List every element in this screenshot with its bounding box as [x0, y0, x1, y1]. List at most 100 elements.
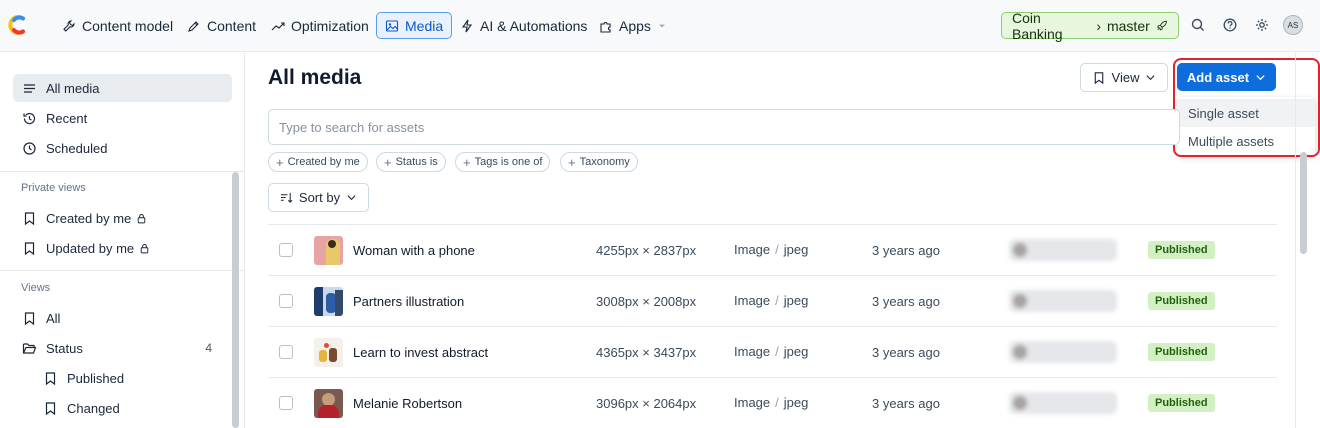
- sidebar-item-created-by-me[interactable]: Created by me: [13, 204, 232, 232]
- sidebar-item-label: Created by me: [46, 210, 132, 226]
- filter-label: Tags is one of: [474, 156, 543, 168]
- asset-thumbnail: [314, 287, 343, 316]
- asset-dimensions: 4365px × 3437px: [596, 345, 697, 360]
- sidebar-item-all[interactable]: All: [13, 304, 232, 332]
- asset-format: jpeg: [783, 242, 809, 257]
- bookmark-icon: [24, 211, 35, 225]
- sidebar-folder-status[interactable]: Status 4: [13, 334, 232, 362]
- filter-tags[interactable]: + Tags is one of: [455, 152, 551, 172]
- filter-created-by-me[interactable]: + Created by me: [268, 152, 368, 172]
- nav-ai-automations[interactable]: AI & Automations: [451, 12, 596, 39]
- blurred-author: [1009, 290, 1117, 312]
- sidebar-item-scheduled[interactable]: Scheduled: [13, 134, 232, 162]
- asset-updated: 3 years ago: [872, 294, 940, 309]
- search-placeholder: Type to search for assets: [279, 119, 425, 135]
- table-row[interactable]: Learn to invest abstract 4365px × 3437px…: [268, 326, 1277, 377]
- asset-updated: 3 years ago: [872, 345, 940, 360]
- asset-name[interactable]: Partners illustration: [353, 294, 464, 309]
- sort-button[interactable]: Sort by: [268, 183, 369, 212]
- plus-icon: +: [384, 154, 392, 170]
- nav-label: Media: [405, 17, 444, 34]
- search-input[interactable]: Type to search for assets: [268, 109, 1180, 145]
- user-avatar[interactable]: AS: [1283, 15, 1303, 35]
- main-scrollbar[interactable]: [1300, 152, 1307, 254]
- filter-status[interactable]: + Status is: [376, 152, 446, 172]
- nav-label: Apps: [619, 17, 651, 34]
- avatar-initials: AS: [1287, 20, 1299, 30]
- lock-icon: [140, 243, 149, 253]
- sort-icon: [280, 192, 293, 203]
- asset-dimensions: 4255px × 2837px: [596, 243, 697, 258]
- nav-optimization[interactable]: Optimization: [262, 12, 378, 39]
- main-content: All media View Add asset Single asset Mu…: [246, 52, 1320, 428]
- row-checkbox[interactable]: [279, 243, 293, 257]
- bookmark-icon: [24, 311, 35, 325]
- nav-content[interactable]: Content: [178, 12, 265, 39]
- nav-content-model[interactable]: Content model: [53, 12, 182, 39]
- sidebar-item-label: Scheduled: [46, 140, 108, 156]
- separator: /: [775, 395, 779, 410]
- asset-name[interactable]: Learn to invest abstract: [353, 345, 488, 360]
- help-icon[interactable]: [1222, 17, 1238, 33]
- filter-label: Created by me: [287, 156, 360, 168]
- gear-icon[interactable]: [1254, 17, 1270, 33]
- bookmark-icon: [45, 371, 56, 385]
- sidebar-item-recent[interactable]: Recent: [13, 104, 232, 132]
- status-badge: Published: [1148, 394, 1215, 412]
- contentful-logo[interactable]: [8, 14, 30, 36]
- sidebar-scrollbar[interactable]: [232, 172, 239, 428]
- sidebar-item-changed[interactable]: Changed: [34, 394, 224, 422]
- asset-format: jpeg: [783, 395, 809, 410]
- view-button[interactable]: View: [1080, 63, 1168, 92]
- separator: /: [775, 293, 779, 308]
- asset-kind: Image: [734, 242, 771, 257]
- status-badge: Published: [1148, 292, 1215, 310]
- sidebar-item-updated-by-me[interactable]: Updated by me: [13, 234, 232, 262]
- plus-icon: +: [463, 154, 471, 170]
- row-checkbox[interactable]: [279, 345, 293, 359]
- space-environment-switcher[interactable]: Coin Banking › master: [1001, 10, 1179, 42]
- blurred-author: [1009, 239, 1117, 261]
- asset-type: Image / jpeg: [734, 395, 808, 410]
- folder-open-icon: [22, 342, 37, 354]
- nav-label: Content: [207, 17, 257, 34]
- nav-label: Content model: [82, 17, 174, 34]
- asset-kind: Image: [734, 344, 771, 359]
- table-row[interactable]: Melanie Robertson 3096px × 2064px Image /…: [268, 377, 1277, 428]
- nav-media[interactable]: Media: [376, 12, 453, 39]
- separator: /: [775, 344, 779, 359]
- bookmark-icon: [45, 401, 56, 415]
- asset-type: Image / jpeg: [734, 242, 808, 257]
- search-icon[interactable]: [1190, 17, 1206, 33]
- asset-thumbnail: [314, 389, 343, 418]
- filter-label: Taxonomy: [579, 156, 630, 168]
- plus-icon: +: [276, 154, 284, 170]
- sidebar-item-label: Status: [46, 340, 83, 356]
- sidebar-item-label: All: [46, 310, 61, 326]
- asset-type: Image / jpeg: [734, 344, 808, 359]
- asset-kind: Image: [734, 293, 771, 308]
- asset-name[interactable]: Melanie Robertson: [353, 396, 462, 411]
- table-row[interactable]: Partners illustration 3008px × 2008px Im…: [268, 275, 1277, 326]
- puzzle-icon: [600, 21, 611, 33]
- nav-label: AI & Automations: [480, 17, 588, 34]
- view-label: View: [1111, 70, 1140, 85]
- filter-taxonomy[interactable]: + Taxonomy: [560, 152, 638, 172]
- sidebar-item-published[interactable]: Published: [34, 364, 224, 392]
- sidebar-item-label: All media: [46, 80, 100, 96]
- row-checkbox[interactable]: [279, 396, 293, 410]
- sidebar: All media Recent Scheduled Private views…: [0, 52, 245, 428]
- views-heading: Views: [21, 282, 51, 294]
- lock-icon: [137, 213, 146, 223]
- sidebar-item-all-media[interactable]: All media: [13, 74, 232, 102]
- nav-apps[interactable]: Apps: [590, 12, 676, 39]
- row-checkbox[interactable]: [279, 294, 293, 308]
- lightning-icon: [461, 19, 473, 32]
- table-row[interactable]: Woman with a phone 4255px × 2837px Image…: [268, 224, 1277, 275]
- separator: /: [775, 242, 779, 257]
- top-navigation-bar: Content model Content Optimization Media…: [0, 0, 1320, 52]
- asset-dimensions: 3096px × 2064px: [596, 396, 697, 411]
- environment-name: master: [1106, 17, 1150, 34]
- asset-name[interactable]: Woman with a phone: [353, 243, 475, 258]
- image-icon: [385, 19, 399, 32]
